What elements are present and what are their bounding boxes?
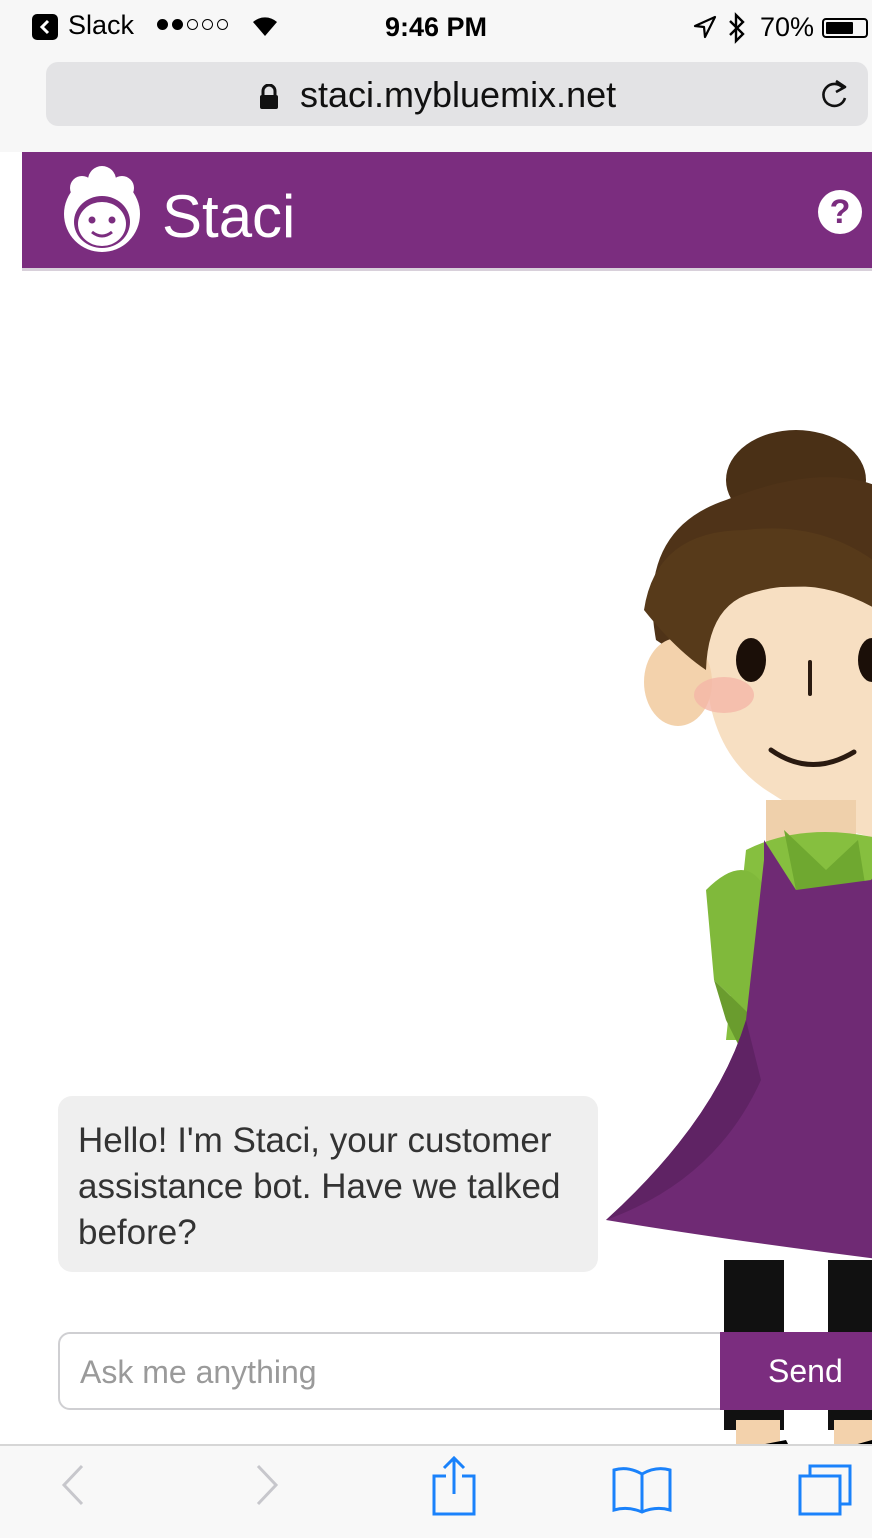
tabs-icon[interactable]	[796, 1462, 856, 1518]
share-icon[interactable]	[428, 1454, 480, 1518]
status-bar: Slack 9:46 PM 70%	[0, 0, 872, 58]
chat-input-container[interactable]	[58, 1332, 738, 1410]
app-title: Staci	[162, 183, 296, 250]
staci-logo-icon	[64, 166, 140, 252]
battery-percent: 70%	[760, 12, 815, 42]
chat-input[interactable]	[78, 1344, 702, 1400]
bot-message-bubble: Hello! I'm Staci, your customer assistan…	[58, 1096, 598, 1272]
location-icon	[693, 15, 717, 39]
bookmarks-icon[interactable]	[610, 1464, 674, 1514]
send-button[interactable]: Send	[720, 1332, 872, 1410]
help-icon[interactable]: ?	[818, 190, 862, 234]
app-header: Staci ?	[22, 152, 872, 271]
browser-toolbar	[0, 1444, 872, 1538]
lock-icon	[260, 84, 278, 109]
battery-icon	[822, 18, 868, 38]
address-bar[interactable]: staci.mybluemix.net	[46, 62, 868, 126]
reload-icon[interactable]	[818, 78, 850, 112]
url-text[interactable]: staci.mybluemix.net	[300, 74, 616, 116]
browser-address-area: staci.mybluemix.net	[0, 58, 872, 152]
forward-arrow-icon[interactable]	[252, 1460, 282, 1510]
back-arrow-icon[interactable]	[58, 1460, 88, 1510]
bot-message-text: Hello! I'm Staci, your customer assistan…	[78, 1121, 561, 1252]
bluetooth-icon	[729, 12, 745, 44]
